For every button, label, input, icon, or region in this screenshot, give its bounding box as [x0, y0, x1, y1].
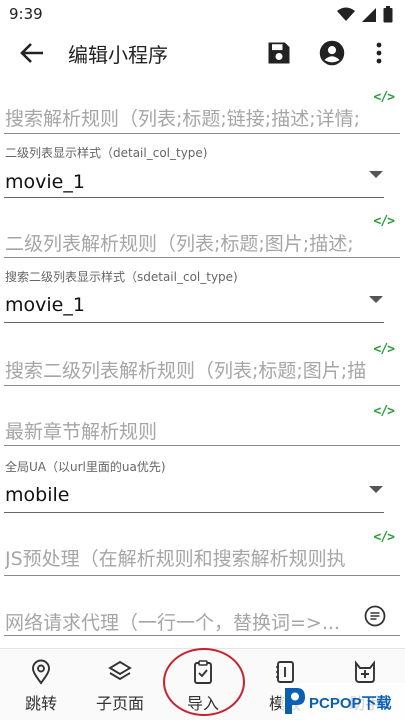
- global-ua-value: mobile: [5, 484, 70, 506]
- sdetail-col-type-value: movie_1: [5, 294, 85, 316]
- highlight-annotation-circle: [163, 648, 245, 716]
- save-icon[interactable]: [265, 39, 293, 67]
- select-underline: [4, 197, 384, 198]
- latest-chapter-rule-field[interactable]: 最新章节解析规则 </>: [4, 404, 400, 446]
- status-bar: 9:39: [0, 0, 405, 30]
- code-icon[interactable]: </>: [374, 530, 396, 545]
- dropdown-arrow-icon: [369, 296, 383, 303]
- nav-label: 子页面: [95, 694, 144, 713]
- layers-icon: [108, 660, 132, 681]
- code-icon[interactable]: </>: [374, 214, 396, 229]
- select-underline: [4, 512, 384, 513]
- cell-signal-icon: [362, 7, 376, 22]
- sdetail-col-type-label: 搜索二级列表显示样式（sdetail_col_type): [5, 270, 238, 284]
- js-preprocess-field[interactable]: JS预处理（在解析规则和搜索解析规则执 </>: [4, 530, 400, 576]
- code-icon[interactable]: </>: [374, 90, 396, 105]
- global-ua-label: 全局UA（以url里面的ua优先): [5, 460, 166, 474]
- detail-rule-field[interactable]: 二级列表解析规则（列表;标题;图片;描述; </>: [4, 214, 400, 258]
- more-vert-icon[interactable]: [368, 39, 390, 67]
- select-underline: [4, 322, 384, 323]
- notes-icon[interactable]: [364, 605, 386, 627]
- search-rule-placeholder: 搜索解析规则（列表;标题;链接;描述;详情;: [5, 108, 361, 130]
- search-rule-field[interactable]: 搜索解析规则（列表;标题;链接;描述;详情; </>: [4, 90, 400, 134]
- search-detail-rule-placeholder: 搜索二级列表解析规则（列表;标题;图片;描: [5, 360, 367, 382]
- detail-col-type-value: movie_1: [5, 171, 85, 193]
- proxy-field[interactable]: 网络请求代理（一行一个，替换词=>...: [4, 598, 400, 636]
- js-preprocess-placeholder: JS预处理（在解析规则和搜索解析规则执: [5, 548, 346, 570]
- page-title: 编辑小程序: [68, 43, 168, 67]
- nav-label: 跳转: [24, 694, 57, 713]
- dropdown-arrow-icon: [369, 171, 383, 178]
- code-icon[interactable]: </>: [374, 404, 396, 419]
- back-arrow-icon[interactable]: [18, 40, 46, 66]
- detail-col-type-label: 二级列表显示样式（detail_col_type): [5, 146, 208, 160]
- cat-add-icon: [355, 660, 375, 683]
- detail-rule-placeholder: 二级列表解析规则（列表;标题;图片;描述;: [5, 233, 354, 255]
- code-icon[interactable]: </>: [374, 342, 396, 357]
- account-icon[interactable]: [318, 39, 346, 67]
- watermark: PCPOP下载: [281, 683, 405, 720]
- battery-icon: [383, 6, 393, 23]
- search-detail-rule-field[interactable]: 搜索二级列表解析规则（列表;标题;图片;描 </>: [4, 342, 400, 386]
- pcpop-logo-icon: [285, 688, 305, 714]
- latest-chapter-rule-placeholder: 最新章节解析规则: [5, 421, 158, 443]
- wifi-icon: [337, 7, 355, 21]
- nav-item-subpage[interactable]: 子页面: [85, 649, 155, 720]
- status-time: 9:39: [9, 5, 43, 23]
- notebook-icon: [276, 661, 294, 683]
- proxy-placeholder: 网络请求代理（一行一个，替换词=>...: [5, 612, 340, 634]
- location-pin-icon: [32, 659, 50, 685]
- status-icons: [337, 6, 393, 23]
- app-bar: 编辑小程序: [0, 30, 405, 76]
- dropdown-arrow-icon: [369, 486, 383, 493]
- nav-item-jump[interactable]: 跳转: [6, 649, 76, 720]
- watermark-text: PCPOP下载: [309, 695, 392, 712]
